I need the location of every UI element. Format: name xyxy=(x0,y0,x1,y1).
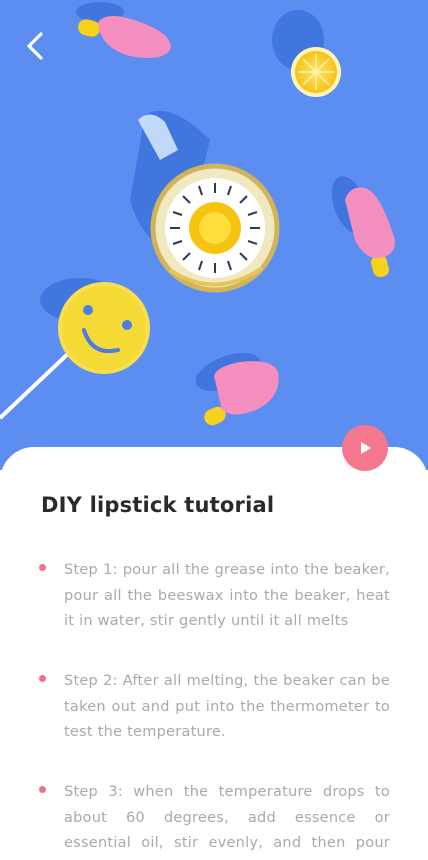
step-text: Step 1: pour all the grease into the bea… xyxy=(64,562,390,629)
step-item: Step 3: when the temperature drops to ab… xyxy=(0,780,428,860)
step-text: Step 2: After all melting, the beaker ca… xyxy=(64,673,390,740)
bullet-dot-icon xyxy=(39,564,46,571)
bullet-dot-icon xyxy=(39,786,46,793)
step-item: Step 2: After all melting, the beaker ca… xyxy=(0,669,428,780)
hero-image xyxy=(0,0,428,470)
steps-list: Step 1: pour all the grease into the bea… xyxy=(0,558,428,860)
hero-illustration xyxy=(0,0,428,470)
back-button[interactable] xyxy=(22,28,52,64)
step-text: Step 3: when the temperature drops to ab… xyxy=(64,784,390,851)
page-title: DIY lipstick tutorial xyxy=(41,493,275,517)
bullet-dot-icon xyxy=(39,675,46,682)
chevron-left-icon xyxy=(27,32,43,60)
lemon xyxy=(291,47,341,97)
play-icon xyxy=(361,442,371,454)
step-item: Step 1: pour all the grease into the bea… xyxy=(0,558,428,669)
play-button[interactable] xyxy=(342,425,388,471)
